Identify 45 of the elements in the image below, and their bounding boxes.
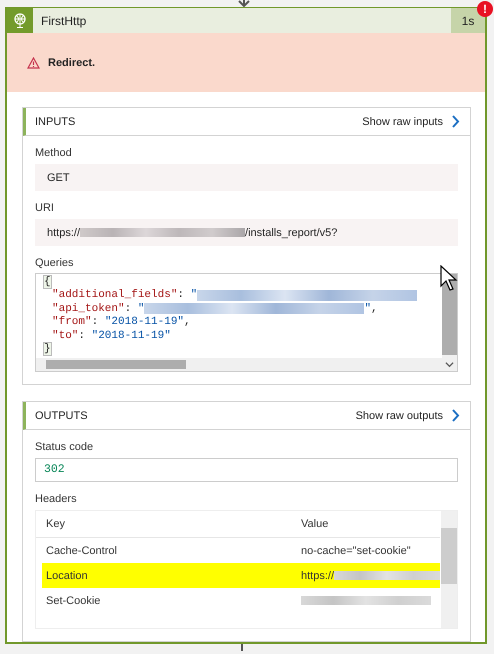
json-punctuation: : xyxy=(92,316,100,328)
table-row[interactable]: Set-Cookie xyxy=(42,588,440,613)
json-key: "additional_fields" xyxy=(52,289,178,302)
duration-label: 1s xyxy=(451,8,485,34)
json-brace: } xyxy=(44,343,51,356)
action-title: FirstHttp xyxy=(41,14,86,28)
field-value: GET xyxy=(35,164,458,191)
json-punctuation: : xyxy=(78,330,86,342)
show-raw-link[interactable]: Show raw inputs xyxy=(362,115,460,128)
table-cell: https:// xyxy=(301,570,334,582)
json-punctuation: : xyxy=(124,302,132,315)
json-string: "2018-11-19" xyxy=(104,316,184,328)
json-punctuation: : xyxy=(177,289,186,302)
status-code-field: 302 xyxy=(35,458,458,482)
error-badge: ! xyxy=(477,1,493,17)
json-string: "2018-11-19" xyxy=(92,330,171,342)
error-message: Redirect. xyxy=(48,56,96,69)
json-key: "api_token" xyxy=(52,302,125,315)
field-label: URI xyxy=(35,202,55,214)
table-row[interactable]: Location https:// xyxy=(42,563,440,588)
json-key: "from" xyxy=(52,316,92,328)
table-cell-text: Set-Cookie xyxy=(45,594,102,606)
field-label: Headers xyxy=(35,493,78,505)
section-title: INPUTS xyxy=(35,116,76,128)
field-label: Queries xyxy=(35,257,75,269)
field-label: Method xyxy=(35,147,73,159)
json-string: " xyxy=(364,302,372,315)
json-string: " xyxy=(138,302,144,315)
json-key: "to" xyxy=(52,330,78,342)
field-label: Status code xyxy=(35,441,94,453)
column-header: Key xyxy=(45,518,66,530)
table-row[interactable]: Cache-Control no-cache="set-cookie" xyxy=(42,538,440,563)
section-title: OUTPUTS xyxy=(35,410,88,422)
show-raw-link[interactable]: Show raw outputs xyxy=(356,409,460,422)
table-cell: no-cache="set-cookie" xyxy=(301,544,411,556)
field-value: https:// /installs_report/v5? xyxy=(35,219,458,246)
json-brace: { xyxy=(44,276,51,288)
json-punctuation: , xyxy=(371,302,378,315)
table-cell-text: Location xyxy=(45,570,89,582)
json-string: " xyxy=(190,289,198,302)
json-punctuation: , xyxy=(184,316,191,328)
table-cell-text: Cache-Control xyxy=(45,544,118,556)
column-header: Value xyxy=(301,518,330,530)
card-header[interactable]: FirstHttp 1s xyxy=(7,8,485,34)
code-editor[interactable]: { "additional_fields": " "api_token": " ", "from": "2018-11-19", "to": "2018-11-19" } xyxy=(35,273,458,372)
